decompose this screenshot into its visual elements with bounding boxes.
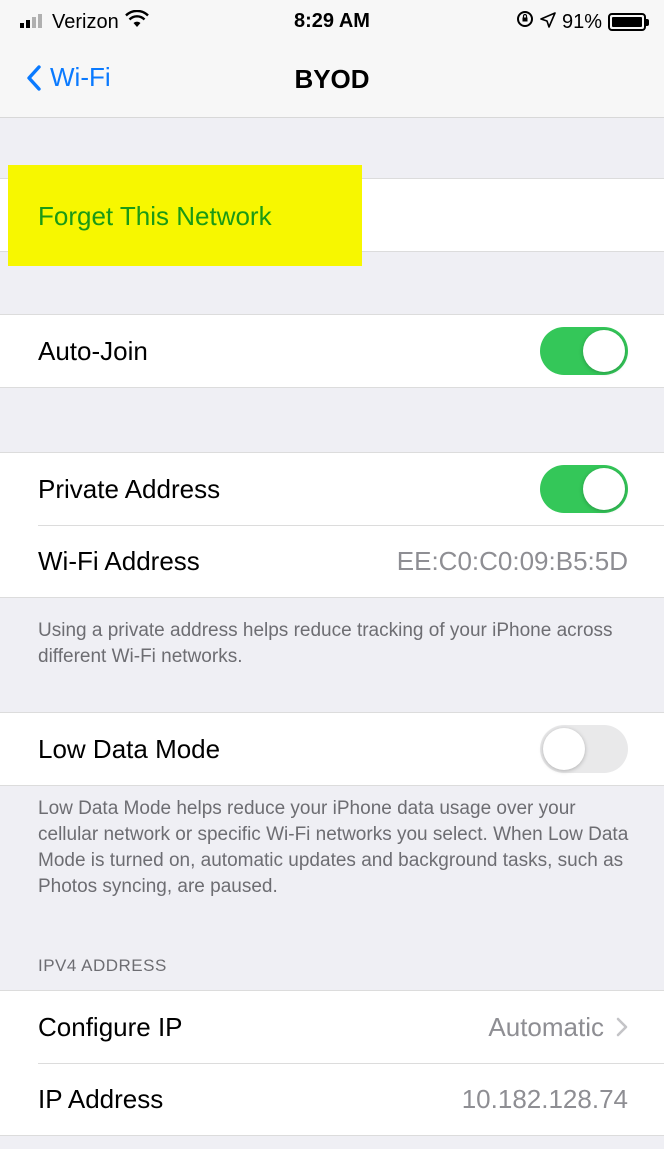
- low-data-row: Low Data Mode: [0, 713, 664, 785]
- low-data-toggle[interactable]: [540, 725, 628, 773]
- page-title: BYOD: [294, 64, 370, 94]
- orientation-lock-icon: [516, 10, 534, 34]
- low-data-label: Low Data Mode: [38, 733, 221, 764]
- low-data-note: Low Data Mode helps reduce your iPhone d…: [38, 798, 629, 897]
- battery-icon: [608, 13, 649, 31]
- battery-percent: 91%: [561, 10, 602, 33]
- private-address-group: Private Address Wi-Fi Address EE:C0:C0:0…: [0, 452, 664, 598]
- configure-ip-value-wrap: Automatic: [488, 1012, 628, 1043]
- ipv4-section-header: IPV4 ADDRESS: [38, 956, 167, 975]
- wifi-address-row: Wi-Fi Address EE:C0:C0:09:B5:5D: [0, 525, 664, 597]
- private-address-row: Private Address: [0, 453, 664, 525]
- private-address-note: Using a private address helps reduce tra…: [38, 620, 613, 667]
- location-icon: [540, 11, 556, 34]
- ip-address-label: IP Address: [38, 1083, 164, 1114]
- auto-join-label: Auto-Join: [38, 335, 148, 366]
- ip-address-row: IP Address 10.182.128.74: [0, 1063, 664, 1135]
- wifi-address-value: EE:C0:C0:09:B5:5D: [396, 545, 628, 576]
- auto-join-row: Auto-Join: [0, 315, 664, 387]
- ip-address-value: 10.182.128.74: [461, 1083, 628, 1114]
- navigation-bar: Wi-Fi BYOD: [0, 40, 664, 118]
- wifi-address-label: Wi-Fi Address: [38, 545, 200, 576]
- ipv4-group: Configure IP Automatic IP Address 10.182…: [0, 990, 664, 1136]
- status-right: 91%: [516, 10, 649, 34]
- configure-ip-label: Configure IP: [38, 1011, 183, 1042]
- private-address-label: Private Address: [38, 473, 221, 504]
- chevron-right-icon: [616, 1017, 628, 1037]
- private-address-toggle[interactable]: [540, 465, 628, 513]
- status-bar: Verizon 8:29 AM 91%: [0, 0, 664, 40]
- auto-join-group: Auto-Join: [0, 314, 664, 388]
- auto-join-toggle[interactable]: [540, 327, 628, 375]
- low-data-group: Low Data Mode: [0, 712, 664, 786]
- configure-ip-row[interactable]: Configure IP Automatic: [0, 991, 664, 1063]
- configure-ip-value: Automatic: [488, 1011, 604, 1042]
- forget-network-button[interactable]: Forget This Network: [38, 201, 272, 232]
